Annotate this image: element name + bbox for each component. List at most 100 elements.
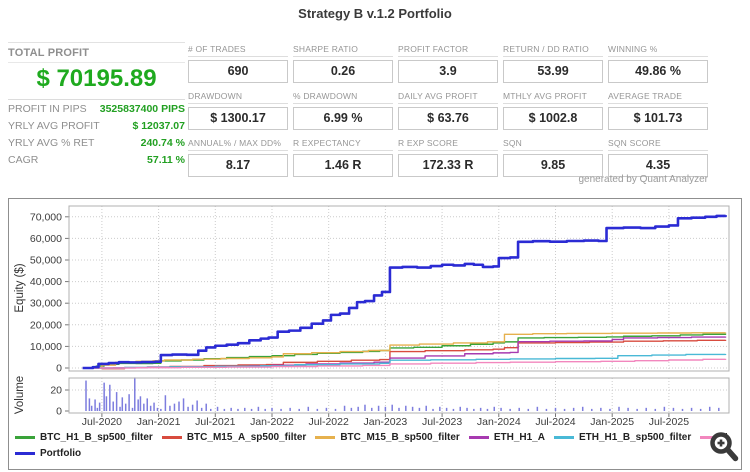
stat-return-dd-ratio: RETURN / DD RATIO 53.99	[503, 44, 603, 83]
legend-row: BTC_H1_B_sp500_filter BTC_M15_A_sp500_fil…	[15, 429, 727, 445]
legend-item-btc_m15_a_sp500_filter: BTC_M15_A_sp500_filter	[161, 431, 307, 443]
stat-r-expectancy: R EXPECTANCY 1.46 R	[293, 138, 393, 177]
legend-row: Portfolio	[15, 445, 727, 461]
svg-text:Jul-2025: Jul-2025	[649, 416, 689, 428]
stat-value-box: $ 1300.17	[188, 107, 288, 130]
svg-text:Jan-2024: Jan-2024	[477, 416, 521, 428]
svg-text:20,000: 20,000	[30, 319, 62, 331]
legend-swatch	[15, 435, 35, 439]
stat-value-box: $ 101.73	[608, 107, 708, 130]
stat-average-trade: AVERAGE TRADE $ 101.73	[608, 91, 708, 130]
stat-label: MTHLY AVG PROFIT	[503, 91, 603, 104]
legend-swatch	[315, 435, 336, 439]
stat-drawdown: % DRAWDOWN 6.99 %	[293, 91, 393, 130]
legend-label: Portfolio	[40, 447, 82, 459]
svg-text:70,000: 70,000	[30, 211, 62, 223]
summary-row-cagr: CAGR 57.11 %	[8, 151, 185, 168]
legend-swatch	[15, 451, 35, 455]
stat-r-exp-score: R EXP SCORE 172.33 R	[398, 138, 498, 177]
stat-sqn: SQN 9.85	[503, 138, 603, 177]
stat-winning: WINNING % 49.86 %	[608, 44, 708, 83]
svg-text:20: 20	[50, 385, 62, 397]
svg-text:Jul-2023: Jul-2023	[422, 416, 462, 428]
svg-text:Jan-2025: Jan-2025	[590, 416, 634, 428]
zoom-magnifier-icon[interactable]	[708, 430, 740, 464]
svg-text:Jul-2021: Jul-2021	[195, 416, 235, 428]
legend-swatch	[161, 435, 182, 439]
stat-label: SQN SCORE	[608, 138, 708, 151]
svg-text:Jan-2023: Jan-2023	[363, 416, 407, 428]
stat-label: SHARPE RATIO	[293, 44, 393, 57]
stat-sharpe-ratio: SHARPE RATIO 0.26	[293, 44, 393, 83]
stat-label: % DRAWDOWN	[293, 91, 393, 104]
svg-text:Jan-2021: Jan-2021	[137, 416, 181, 428]
legend-label: BTC_M15_B_sp500_filter	[340, 431, 460, 443]
stat-drawdown: DRAWDOWN $ 1300.17	[188, 91, 288, 130]
stat-value-box: 3.9	[398, 60, 498, 83]
summary-row-value: 57.11 %	[147, 153, 185, 166]
summary-row-label: PROFIT IN PIPS	[8, 102, 87, 115]
stat-value-box: 6.99 %	[293, 107, 393, 130]
svg-text:0: 0	[56, 406, 62, 418]
page-title: Strategy B v.1.2 Portfolio	[298, 6, 452, 21]
stat-profit-factor: PROFIT FACTOR 3.9	[398, 44, 498, 83]
legend-label: ETH_H1_B_sp500_filter	[578, 431, 692, 443]
stat-label: R EXPECTANCY	[293, 138, 393, 151]
stat-of-trades: # OF TRADES 690	[188, 44, 288, 83]
svg-text:0: 0	[56, 363, 62, 375]
summary-row-label: YRLY AVG % RET	[8, 136, 95, 149]
svg-text:10,000: 10,000	[30, 341, 62, 353]
stat-label: DAILY AVG PROFIT	[398, 91, 498, 104]
svg-text:Jul-2022: Jul-2022	[309, 416, 349, 428]
svg-text:Jan-2022: Jan-2022	[250, 416, 294, 428]
legend-item-portfolio: Portfolio	[15, 448, 81, 459]
legend-item-btc_h1_b_sp500_filter: BTC_H1_B_sp500_filter	[15, 432, 153, 443]
legend-label: ETH_H1_A	[493, 431, 545, 443]
quant-analyzer-report: Strategy B v.1.2 Portfolio TOTAL PROFIT …	[0, 0, 750, 472]
summary-row-label: YRLY AVG PROFIT	[8, 119, 100, 132]
total-profit-value: $ 70195.89	[8, 62, 185, 100]
summary-panel: TOTAL PROFIT $ 70195.89 PROFIT IN PIPS 3…	[8, 42, 185, 168]
stat-sqn-score: SQN SCORE 4.35	[608, 138, 708, 177]
stat-label: PROFIT FACTOR	[398, 44, 498, 57]
legend-label: BTC_M15_A_sp500_filter	[186, 431, 307, 443]
equity-axis-title: Equity ($)	[14, 263, 26, 312]
stat-label: SQN	[503, 138, 603, 151]
svg-text:30,000: 30,000	[30, 298, 62, 310]
svg-text:60,000: 60,000	[30, 233, 62, 245]
stat-value-box: $ 1002.8	[503, 107, 603, 130]
summary-row-value: 240.74 %	[140, 136, 185, 149]
stat-label: R EXP SCORE	[398, 138, 498, 151]
svg-text:40,000: 40,000	[30, 276, 62, 288]
stats-grid: # OF TRADES 690 SHARPE RATIO 0.26 PROFIT FAC…	[188, 44, 708, 177]
total-profit-label: TOTAL PROFIT	[8, 47, 90, 59]
summary-row-yrly-avg-profit: YRLY AVG PROFIT $ 12037.07	[8, 117, 185, 134]
summary-row-value: 3525837400 PIPS	[99, 102, 185, 115]
stat-mthly-avg-profit: MTHLY AVG PROFIT $ 1002.8	[503, 91, 603, 130]
stat-label: # OF TRADES	[188, 44, 288, 57]
stat-value-box: 690	[188, 60, 288, 83]
legend-swatch	[468, 435, 489, 439]
summary-row-profit-in-pips: PROFIT IN PIPS 3525837400 PIPS	[8, 100, 185, 117]
volume-axis-title: Volume	[14, 376, 26, 414]
svg-text:Jul-2020: Jul-2020	[82, 416, 122, 428]
summary-row-yrly-avg-pct-ret: YRLY AVG % RET 240.74 %	[8, 134, 185, 151]
legend-item-eth_h1_a: ETH_H1_A	[468, 431, 545, 443]
stat-label: WINNING %	[608, 44, 708, 57]
generated-by-note: generated by Quant Analyzer	[578, 174, 708, 185]
chart-legend: BTC_H1_B_sp500_filter BTC_M15_A_sp500_fil…	[15, 429, 727, 461]
legend-swatch	[553, 435, 574, 439]
stat-value-box: $ 63.76	[398, 107, 498, 130]
legend-item-btc_m15_b_sp500_filter: BTC_M15_B_sp500_filter	[315, 432, 460, 443]
stat-daily-avg-profit: DAILY AVG PROFIT $ 63.76	[398, 91, 498, 130]
stat-annual-max-dd: ANNUAL% / MAX DD% 8.17	[188, 138, 288, 177]
stat-label: ANNUAL% / MAX DD%	[188, 138, 288, 151]
stat-label: AVERAGE TRADE	[608, 91, 708, 104]
stat-label: RETURN / DD RATIO	[503, 44, 603, 57]
summary-row-value: $ 12037.07	[132, 119, 185, 132]
equity-chart-panel[interactable]: 0 10,000 20,000 30,000 40,000 50,000 60,000 70,…	[8, 198, 742, 470]
svg-text:50,000: 50,000	[30, 255, 62, 267]
stat-value-box: 53.99	[503, 60, 603, 83]
svg-text:Jul-2024: Jul-2024	[535, 416, 575, 428]
legend-label: BTC_H1_B_sp500_filter	[40, 431, 153, 443]
